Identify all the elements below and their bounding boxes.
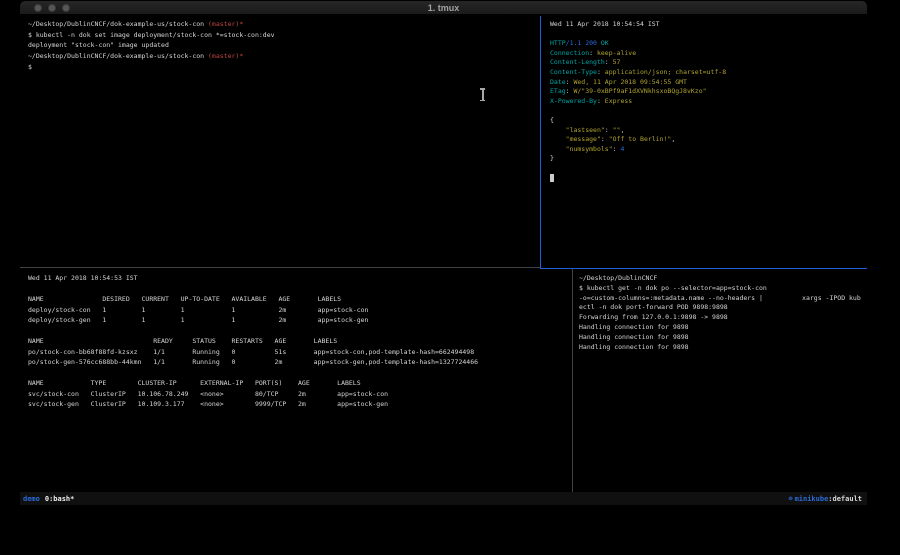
terminal-window: 1. tmux ~/Desktop/DublinCNCF/dok-example…: [20, 1, 867, 505]
pane-divider-vertical-active[interactable]: [540, 16, 541, 269]
kube-namespace: :default: [828, 495, 862, 503]
tmux-window-tab[interactable]: 0:bash*: [45, 495, 75, 503]
pane-divider-horizontal-active[interactable]: [541, 268, 867, 269]
pane-top-left-shell[interactable]: ~/Desktop/DublinCNCF/dok-example-us/stoc…: [20, 16, 540, 267]
mouse-ibeam-cursor: [479, 88, 486, 101]
zoom-button[interactable]: [62, 4, 70, 12]
window-title: 1. tmux: [20, 1, 867, 15]
pane-divider-vertical[interactable]: [572, 269, 573, 492]
kube-context: minikube: [795, 495, 829, 503]
tmux-panes-area: ~/Desktop/DublinCNCF/dok-example-us/stoc…: [20, 16, 867, 492]
pane-top-right-http-response[interactable]: Wed 11 Apr 2018 10:54:54 IST HTTP/1.1 20…: [541, 16, 867, 268]
minimize-button[interactable]: [48, 4, 56, 12]
window-titlebar: 1. tmux: [20, 1, 867, 15]
status-left: demo 0:bash*: [23, 495, 74, 503]
pane-bottom-left-kubectl-get[interactable]: Wed 11 Apr 2018 10:54:53 IST NAME DESIRE…: [20, 268, 572, 492]
tmux-session-name: demo: [23, 495, 40, 503]
status-right: ☸minikube:default: [788, 495, 862, 503]
pane-divider-horizontal[interactable]: [20, 267, 540, 268]
tmux-status-bar: demo 0:bash* ☸minikube:default: [20, 492, 867, 505]
traffic-lights: [34, 4, 70, 12]
kubernetes-icon: ☸: [788, 495, 792, 503]
pane-bottom-right-port-forward[interactable]: ~/Desktop/DublinCNCF$ kubectl get -n dok…: [573, 269, 867, 492]
close-button[interactable]: [34, 4, 42, 12]
